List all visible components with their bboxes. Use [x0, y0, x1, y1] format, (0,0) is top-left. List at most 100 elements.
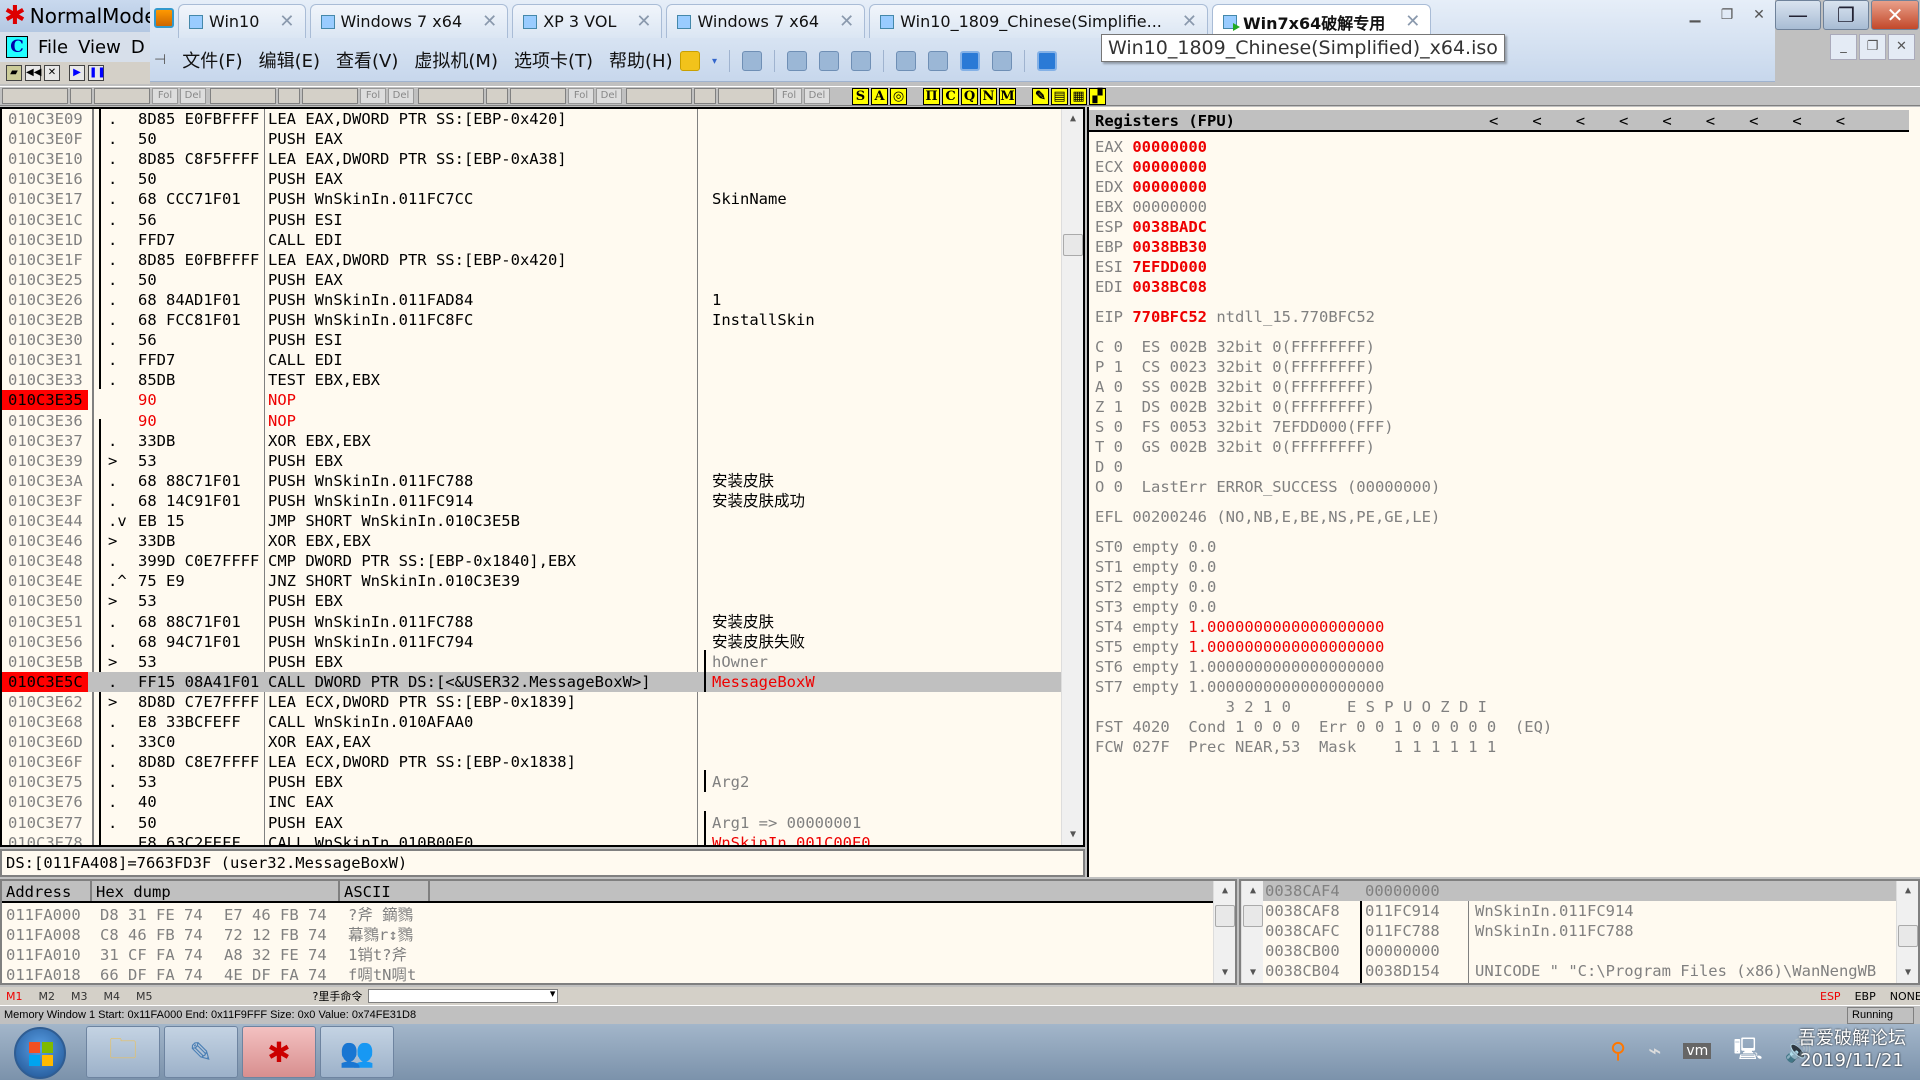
restore-button[interactable]: ❐ — [1859, 34, 1886, 60]
run-icon[interactable]: ▶ — [69, 65, 85, 81]
bookmark-field[interactable] — [302, 88, 358, 104]
column-header-address[interactable]: Address — [2, 881, 92, 901]
disassembly-row[interactable]: 010C3E5C. FF15 08A41F01 CALL DWORD PTR DS:… — [2, 669, 1065, 692]
scroll-up-icon[interactable]: ▲ — [1242, 881, 1264, 901]
disassembly-row[interactable]: 010C3E33. 85DB TEST EBX,EBX — [2, 370, 1065, 390]
disassembly-row[interactable]: 010C3E4E .^ 75 E9 JNZ SHORT WnSkinIn.010C3E… — [2, 571, 1065, 591]
fpu-row[interactable]: ST1 empty 0.0 — [1095, 557, 1216, 577]
toolbar-button-n[interactable]: N — [980, 87, 997, 105]
disassembly-row[interactable]: 010C3E44 .v EB 15 JMP SHORT WnSkinIn.010C3E… — [2, 511, 1065, 531]
toolbar-button-q[interactable]: Q — [961, 87, 978, 105]
snapshot-manager-icon[interactable] — [851, 51, 872, 71]
close-tab-icon[interactable]: ✕ — [839, 11, 854, 32]
disassembly-row[interactable]: 010C3E76. 40 INC EAX — [2, 792, 1065, 812]
dump-row[interactable]: 011FA008 C8 46 FB 74 72 12 FB 74 幕鷚r↕鷚 — [2, 925, 444, 945]
send-ctrl-alt-del-icon[interactable] — [742, 51, 763, 71]
calculator-icon[interactable]: ▦ — [1070, 87, 1087, 105]
disassembly-row[interactable]: 010C3E3A. 68 88C71F01 PUSH WnSkinIn.011FC7… — [2, 471, 1065, 491]
dump-row[interactable]: 011FA000 D8 31 FE 74 E7 46 FB 74 ?斧 鏑鷚 — [2, 905, 444, 925]
pause-icon[interactable]: ❚❚ — [88, 65, 106, 81]
rewind-icon[interactable]: ◀◀ — [25, 65, 41, 81]
delete-button[interactable]: Del — [804, 88, 830, 104]
minimize-icon[interactable]: ▁ — [1679, 0, 1711, 30]
bookmark-field[interactable] — [94, 88, 150, 104]
disassembly-row[interactable]: 010C3E51. 68 88C71F01 PUSH WnSkinIn.011FC7… — [2, 612, 1065, 632]
disassembly-row[interactable]: 010C3E1F. 8D85 E0FBFFFF LEA EAX,DWORD PTR … — [2, 250, 1065, 270]
bookmark-field[interactable] — [278, 88, 300, 104]
pin-icon[interactable]: ⊣ — [154, 52, 166, 68]
vm-tab[interactable]: Windows 7 x64 ✕ — [309, 4, 509, 38]
console-view-icon[interactable] — [1037, 51, 1058, 71]
register-row[interactable]: EDX 00000000 — [1095, 177, 1207, 197]
restore-button[interactable]: ❐ — [1823, 0, 1869, 30]
register-row[interactable]: EBX 00000000 — [1095, 197, 1207, 217]
plugin-icon[interactable]: ▞ — [1089, 87, 1106, 105]
bookmark-field[interactable] — [418, 88, 484, 104]
register-row[interactable]: EBP 0038BB30 — [1095, 237, 1207, 257]
close-tab-icon[interactable]: ✕ — [482, 11, 497, 32]
disassembly-row[interactable]: 010C3E75. 53 PUSH EBX Arg2 — [2, 770, 1065, 793]
fpu-header-row[interactable]: 3 2 1 0 E S P U O Z D I — [1095, 697, 1487, 717]
follow-button[interactable]: Fol — [776, 88, 802, 104]
delete-button[interactable]: Del — [596, 88, 622, 104]
vm-menu-help[interactable]: 帮助(H) — [609, 47, 673, 73]
delete-button[interactable]: Del — [388, 88, 414, 104]
register-row[interactable]: ECX 00000000 — [1095, 157, 1207, 177]
start-button[interactable] — [14, 1027, 66, 1079]
disassembly-row[interactable]: 010C3E56. 68 94C71F01 PUSH WnSkinIn.011FC7… — [2, 632, 1065, 652]
minimize-button[interactable]: _ — [1830, 34, 1857, 60]
taskbar-ollydbg[interactable]: ✱ — [242, 1026, 316, 1078]
fst-row[interactable]: FST 4020 Cond 1 0 0 0 Err 0 0 1 0 0 0 0 … — [1095, 717, 1552, 737]
dump-row[interactable]: 011FA010 31 CF FA 74 A8 32 FE 74 1销t?斧 — [2, 945, 444, 965]
scroll-thumb[interactable] — [1063, 234, 1083, 256]
stack-mode-ebp[interactable]: EBP — [1855, 990, 1876, 1003]
register-row[interactable]: ESP 0038BADC — [1095, 217, 1207, 237]
follow-button[interactable]: Fol — [360, 88, 386, 104]
register-row[interactable]: EAX 00000000 — [1095, 137, 1207, 157]
disassembly-row[interactable]: 010C3E30. 56 PUSH ESI — [2, 330, 1065, 350]
disassembly-row[interactable]: 010C3E31. FFD7 CALL EDI — [2, 350, 1065, 370]
chevron-left-icon[interactable]: < — [1662, 110, 1671, 132]
disassembly-row[interactable]: 010C3E48. 399D C0E7FFFF CMP DWORD PTR SS:[… — [2, 551, 1065, 571]
scroll-thumb[interactable] — [1215, 905, 1235, 927]
registers-pane[interactable]: Registers (FPU) < < < < < < < < < EAX 00… — [1087, 107, 1920, 877]
vm-tab[interactable]: Win10 ✕ — [178, 4, 306, 38]
disassembly-row[interactable]: 010C3E6F. 8D8D C8E7FFFF LEA ECX,DWORD PTR … — [2, 752, 1065, 772]
taskbar-notepad[interactable]: ✎ — [164, 1026, 238, 1078]
eip-row[interactable]: EIP 770BFC52 ntdll_15.770BFC52 — [1095, 307, 1375, 327]
stack-row[interactable]: 0038CAFC 011FC788 WnSkinIn.011FC788 — [1263, 921, 1899, 941]
fpu-row[interactable]: ST3 empty 0.0 — [1095, 597, 1216, 617]
bookmark-field[interactable] — [486, 88, 508, 104]
register-row[interactable]: ESI 7EFDD000 — [1095, 257, 1207, 277]
follow-button[interactable]: Fol — [568, 88, 594, 104]
toolbar-button-pi[interactable]: Π — [923, 87, 940, 105]
memory-tab-m5[interactable]: M5 — [136, 990, 153, 1003]
stack-row[interactable]: 0038CAF8 011FC914 WnSkinIn.011FC914 — [1263, 901, 1899, 921]
scroll-down-icon[interactable]: ▼ — [1062, 825, 1083, 845]
column-header-ascii[interactable]: ASCII — [340, 881, 430, 901]
brush-icon[interactable]: ✎ — [1032, 87, 1049, 105]
bookmark-field[interactable] — [626, 88, 692, 104]
bookmark-field[interactable] — [718, 88, 774, 104]
stack-row[interactable]: 0038CB00 00000000 — [1263, 941, 1899, 961]
flag-row[interactable]: D 0 — [1095, 457, 1123, 477]
disassembly-row[interactable]: 010C3E36 90 NOP — [2, 411, 1065, 431]
flag-row[interactable]: A 0 SS 002B 32bit 0(FFFFFFFF) — [1095, 377, 1375, 397]
flag-row[interactable]: T 0 GS 002B 32bit 0(FFFFFFFF) — [1095, 437, 1375, 457]
flag-row[interactable]: Z 1 DS 002B 32bit 0(FFFFFFFF) — [1095, 397, 1375, 417]
chevron-left-icon[interactable]: < — [1532, 110, 1541, 132]
disassembly-row[interactable]: 010C3E68. E8 33BCFEFF CALL WnSkinIn.010AFA… — [2, 712, 1065, 732]
chevron-left-icon[interactable]: < — [1792, 110, 1801, 132]
fpu-row[interactable]: ST2 empty 0.0 — [1095, 577, 1216, 597]
close-icon[interactable]: ✕ — [1743, 0, 1775, 30]
eflags-row[interactable]: EFL 00200246 (NO,NB,E,BE,NS,PE,GE,LE) — [1095, 507, 1440, 527]
disassembly-row[interactable]: 010C3E1D. FFD7 CALL EDI — [2, 230, 1065, 250]
taskbar-file-explorer[interactable]: 🗀 — [86, 1026, 160, 1078]
cpu-window-icon[interactable]: C — [6, 36, 28, 58]
scroll-up-icon[interactable]: ▲ — [1062, 109, 1083, 129]
vm-menu-file[interactable]: 文件(F) — [182, 47, 242, 73]
full-screen-icon[interactable] — [960, 51, 981, 71]
hex-dump-pane[interactable]: Address Hex dump ASCII 011FA000 D8 31 FE … — [0, 879, 1237, 985]
stack-scrollbar[interactable]: ▲ ▼ — [1896, 881, 1918, 983]
chevron-left-icon[interactable]: < — [1836, 110, 1845, 132]
